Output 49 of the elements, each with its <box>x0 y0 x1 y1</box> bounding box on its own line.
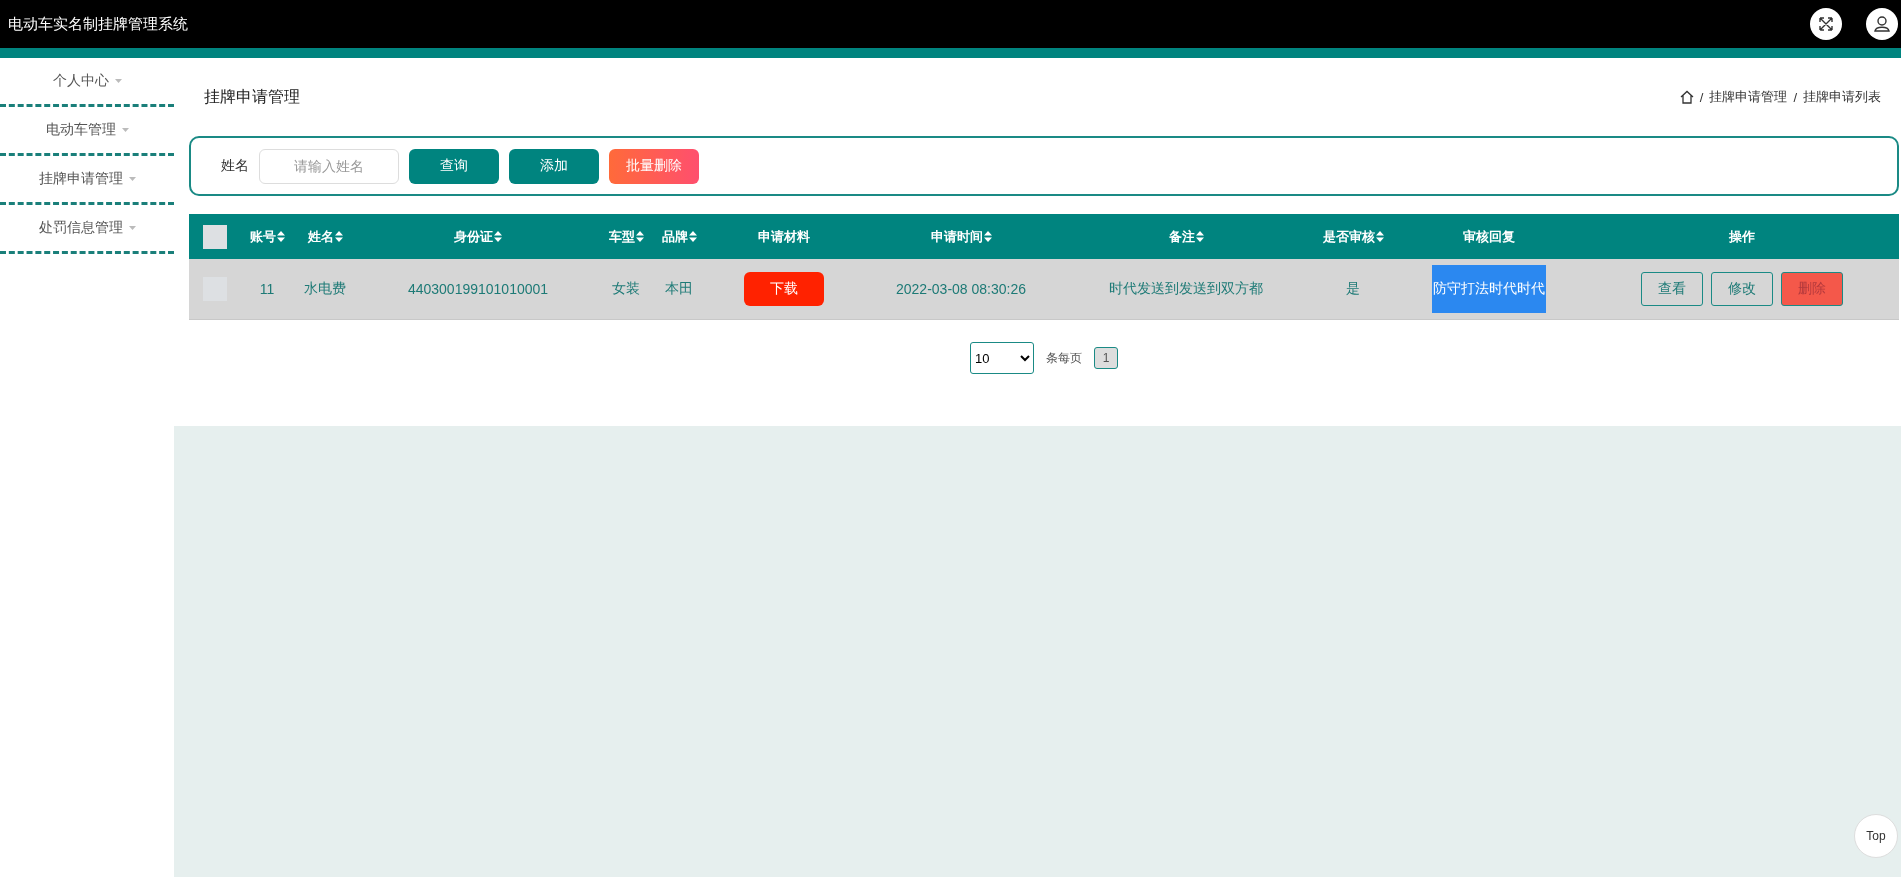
download-button[interactable]: 下载 <box>744 272 824 306</box>
table-cell-text: 本田 <box>665 280 693 296</box>
column-header: 审核回复 <box>1463 227 1515 246</box>
sort-icon[interactable] <box>494 231 502 242</box>
field-label: 姓名 <box>221 157 249 175</box>
breadcrumb-current: 挂牌申请列表 <box>1803 88 1881 106</box>
fullscreen-icon[interactable] <box>1810 8 1842 40</box>
table-cell-text: 时代发送到发送到双方都 <box>1109 280 1263 296</box>
table-cell-text: 女装 <box>612 280 640 296</box>
action-button[interactable]: 查看 <box>1640 272 1703 306</box>
batch-delete-button[interactable]: 批量删除 <box>609 148 699 184</box>
sort-icon[interactable] <box>688 231 697 242</box>
table-cell-text: 2022-03-08 08:30:26 <box>896 281 1026 297</box>
column-header: 申请材料 <box>758 227 810 246</box>
caret-icon <box>128 177 136 181</box>
sort-icon[interactable] <box>635 231 644 242</box>
column-header[interactable]: 申请时间 <box>930 227 983 246</box>
column-header[interactable]: 备注 <box>1168 227 1195 246</box>
sort-icon[interactable] <box>276 231 285 242</box>
table-cell-text: 440300199101010001 <box>407 281 549 297</box>
caret-icon <box>114 79 122 83</box>
sort-icon[interactable] <box>334 231 343 242</box>
name-input[interactable]: 请输入姓名 <box>259 148 399 184</box>
column-header[interactable]: 姓名 <box>307 227 334 246</box>
page-button[interactable]: 1 <box>1094 347 1118 369</box>
table-cell-text: 是 <box>1346 280 1360 296</box>
breadcrumb-separator: / <box>1699 89 1704 105</box>
app-title: 电动车实名制挂牌管理系统 <box>8 14 189 34</box>
toolbar-button[interactable]: 查询 <box>409 148 499 184</box>
column-header[interactable]: 身份证 <box>454 227 493 246</box>
breadcrumb-separator: / <box>1793 89 1797 105</box>
page-title: 挂牌申请管理 <box>204 86 300 107</box>
user-icon[interactable] <box>1866 8 1898 40</box>
caret-icon <box>121 128 129 132</box>
table-cell-text: 11 <box>259 281 275 297</box>
column-header: 操作 <box>1728 227 1755 246</box>
breadcrumb-link[interactable]: 挂牌申请管理 <box>1709 88 1788 106</box>
review-reply: 防守打法时代时代 <box>1432 265 1546 313</box>
action-button[interactable]: 修改 <box>1710 272 1773 306</box>
sort-icon[interactable] <box>983 231 992 242</box>
toolbar-button[interactable]: 添加 <box>509 148 599 184</box>
sort-icon[interactable] <box>1375 231 1384 242</box>
table-cell-text: 水电费 <box>304 280 346 296</box>
page-size-label: 条每页 <box>1046 349 1082 367</box>
select-all-checkbox[interactable] <box>202 224 227 249</box>
caret-icon <box>128 226 136 230</box>
page-size-select[interactable]: 10 <box>970 342 1034 374</box>
sort-icon[interactable] <box>1195 231 1204 242</box>
home-icon[interactable] <box>1679 90 1694 104</box>
